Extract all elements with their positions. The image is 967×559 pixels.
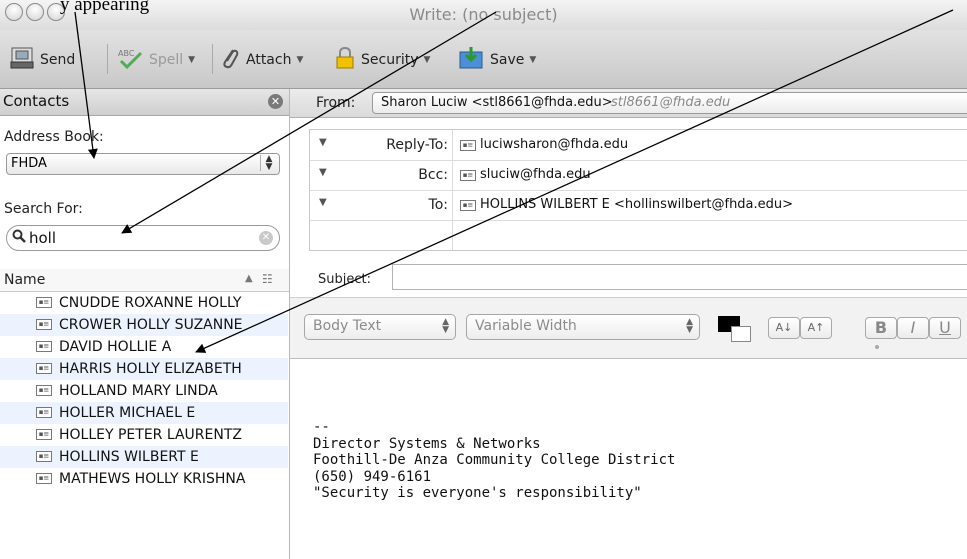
contact-card-icon: ▪≡ <box>460 140 476 151</box>
spell-check-icon: ABC <box>117 47 143 73</box>
from-identity-select[interactable]: Sharon Luciw <stl8661@fhda.edu> stl8661@… <box>372 92 967 114</box>
security-button[interactable]: Security ▼ <box>335 46 430 74</box>
name-column-header[interactable]: Name ▲ ☷ <box>0 269 289 292</box>
contacts-sidebar: Contacts ✕ Address Book: FHDA ▲ ▼ Search … <box>0 89 290 559</box>
address-book-label: Address Book: <box>4 129 104 145</box>
overflow-indicator <box>875 345 879 349</box>
send-button[interactable]: Send <box>10 47 75 73</box>
subject-label: Subject: <box>318 272 371 287</box>
stepper-arrows-icon: ▲ ▼ <box>686 317 693 335</box>
save-icon <box>458 46 484 74</box>
paragraph-style-select[interactable]: Body Text ▲ ▼ <box>304 314 456 340</box>
message-body[interactable]: -- Director Systems & Networks Foothill-… <box>313 419 675 502</box>
contact-list: ▪≡ CNUDDE ROXANNE HOLLY ▪≡ CROWER HOLLY SU… <box>0 292 288 490</box>
contact-search-input[interactable]: holl ✕ <box>6 225 280 251</box>
contact-row[interactable]: ▪≡ MATHEWS HOLLY KRISHNA <box>0 468 288 490</box>
annotation-caption: y appearing <box>60 0 150 15</box>
format-toolbar: Body Text ▲ ▼ Variable Width ▲ ▼ A↓ A↑ B I… <box>290 297 967 359</box>
contact-card-icon: ▪≡ <box>460 200 476 211</box>
contacts-title: Contacts <box>3 92 70 110</box>
contacts-header: Contacts ✕ <box>0 89 289 116</box>
underline-button[interactable]: U <box>929 317 961 339</box>
compose-pane: From: Sharon Luciw <stl8661@fhda.edu> st… <box>290 89 967 559</box>
spell-button[interactable]: ABC Spell ▼ <box>117 47 195 73</box>
italic-button[interactable]: I <box>897 317 929 339</box>
recipient-row-reply-to[interactable]: ▼ Reply-To: ▪≡ luciwsharon@fhda.edu <box>310 130 967 161</box>
contact-card-icon: ▪≡ <box>460 170 476 181</box>
send-icon <box>10 47 34 73</box>
contact-card-icon: ▪≡ <box>36 319 52 330</box>
smaller-text-button[interactable]: A↓ <box>768 317 800 339</box>
contact-card-icon: ▪≡ <box>36 451 52 462</box>
recipient-row-bcc[interactable]: ▼ Bcc: ▪≡ sluciw@fhda.edu <box>310 160 967 191</box>
contact-row[interactable]: ▪≡ HOLLINS WILBERT E <box>0 446 288 468</box>
contact-card-icon: ▪≡ <box>36 473 52 484</box>
lock-icon <box>335 46 355 74</box>
contact-row[interactable]: ▪≡ HOLLAND MARY LINDA <box>0 380 288 402</box>
from-label: From: <box>316 95 356 111</box>
contact-row[interactable]: ▪≡ CNUDDE ROXANNE HOLLY <box>0 292 288 314</box>
recipient-row-empty[interactable] <box>310 220 967 250</box>
svg-text:ABC: ABC <box>118 49 135 58</box>
save-button[interactable]: Save ▼ <box>458 47 536 73</box>
stepper-arrows-icon: ▲ ▼ <box>260 155 277 172</box>
contact-card-icon: ▪≡ <box>36 297 52 308</box>
column-picker-icon[interactable]: ☷ <box>262 272 273 286</box>
recipient-row-to[interactable]: ▼ To: ▪≡ HOLLINS WILBERT E <hollinswilbe… <box>310 190 967 221</box>
background-color-swatch[interactable] <box>731 326 751 342</box>
recipients-table: ▼ Reply-To: ▪≡ luciwsharon@fhda.edu ▼ Bc… <box>309 129 967 251</box>
contact-card-icon: ▪≡ <box>36 429 52 440</box>
toolbar-separator <box>212 44 213 74</box>
search-icon <box>12 229 26 247</box>
search-label: Search For: <box>4 201 83 217</box>
contact-card-icon: ▪≡ <box>36 385 52 396</box>
contact-card-icon: ▪≡ <box>36 363 52 374</box>
address-book-select[interactable]: FHDA ▲ ▼ <box>6 153 280 175</box>
contact-row[interactable]: ▪≡ HARRIS HOLLY ELIZABETH <box>0 358 288 380</box>
toolbar: Send ABC Spell ▼ Attach ▼ Security ▼ Save ▼ <box>0 30 967 89</box>
toolbar-separator <box>107 44 108 74</box>
title-bar: Write: (no subject) y appearing <box>0 0 967 30</box>
larger-text-button[interactable]: A↑ <box>800 317 832 339</box>
font-select[interactable]: Variable Width ▲ ▼ <box>466 314 700 340</box>
subject-input[interactable] <box>392 264 967 290</box>
close-contacts-icon[interactable]: ✕ <box>268 94 283 109</box>
sort-ascending-icon: ▲ <box>245 273 253 284</box>
from-bar: From: Sharon Luciw <stl8661@fhda.edu> st… <box>290 89 967 118</box>
contact-row[interactable]: ▪≡ HOLLEY PETER LAURENTZ <box>0 424 288 446</box>
contact-row[interactable]: ▪≡ HOLLER MICHAEL E <box>0 402 288 424</box>
bold-button[interactable]: B <box>865 317 897 339</box>
contact-row[interactable]: ▪≡ CROWER HOLLY SUZANNE <box>0 314 288 336</box>
stepper-arrows-icon: ▲ ▼ <box>442 317 449 335</box>
attach-button[interactable]: Attach ▼ <box>220 47 303 73</box>
contact-card-icon: ▪≡ <box>36 407 52 418</box>
contact-card-icon: ▪≡ <box>36 341 52 352</box>
paperclip-icon <box>220 46 240 74</box>
contact-row[interactable]: ▪≡ DAVID HOLLIE A <box>0 336 288 358</box>
clear-search-icon[interactable]: ✕ <box>259 231 273 245</box>
